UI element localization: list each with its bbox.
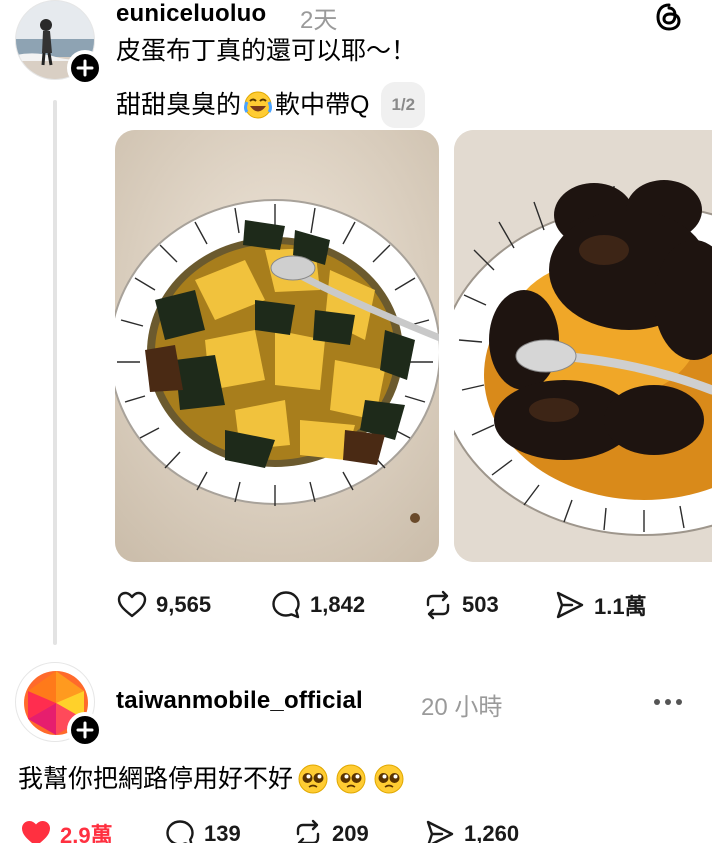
plus-icon — [76, 721, 94, 739]
plus-icon — [76, 59, 94, 77]
share-icon — [556, 591, 584, 619]
heart-icon — [117, 591, 147, 618]
pleading-face-emoji-icon — [298, 764, 328, 794]
share-button[interactable]: 1.1萬 — [554, 589, 647, 621]
post-time: 2天 — [300, 7, 338, 34]
reply-time: 20 小時 — [421, 694, 503, 721]
thread-line — [53, 100, 57, 645]
more-icon[interactable] — [652, 696, 684, 708]
post-text-line2-after: 軟中帶Q — [275, 91, 370, 119]
reply-share-count: 1,260 — [464, 821, 520, 843]
reply-text-content: 我幫你把網路停用好不好 — [18, 765, 294, 793]
reply-avatar-wrap[interactable] — [15, 662, 103, 748]
post-text-line1: 皮蛋布丁真的還可以耶～！ — [116, 37, 417, 65]
reply-comment-count: 139 — [204, 821, 241, 843]
reply-repost-count: 209 — [332, 821, 369, 843]
reply-repost-button[interactable]: 209 — [292, 818, 424, 843]
post-image-1[interactable] — [115, 130, 439, 562]
reply-text: 我幫你把網路停用好不好 — [18, 760, 405, 798]
threads-logo-icon[interactable] — [654, 2, 684, 32]
reply-like-count: 2.9萬 — [60, 823, 113, 843]
share-count: 1.1萬 — [594, 594, 647, 619]
reply-username[interactable]: taiwanmobile_official — [116, 687, 363, 715]
heart-icon — [22, 821, 50, 843]
laughing-emoji-icon — [244, 91, 273, 119]
pleading-face-emoji-icon — [374, 764, 404, 794]
reply-actions: 2.9萬 139 209 1,260 — [20, 818, 519, 843]
post-image-2[interactable] — [454, 130, 712, 562]
comment-count: 1,842 — [310, 592, 366, 617]
image-counter: 1/2 — [381, 82, 426, 128]
repost-count: 503 — [462, 592, 499, 617]
reply-comment-button[interactable]: 139 — [164, 818, 292, 843]
author-avatar-wrap[interactable] — [15, 0, 103, 86]
post-actions: 9,565 1,842 503 1.1萬 — [116, 589, 647, 621]
comment-button[interactable]: 1,842 — [270, 589, 422, 621]
repost-icon — [426, 590, 450, 620]
post-username[interactable]: euniceluoluo — [116, 0, 266, 28]
repost-button[interactable]: 503 — [422, 589, 554, 621]
post-text-line2-before: 甜甜臭臭的 — [116, 91, 242, 119]
repost-icon — [296, 819, 320, 843]
reply-like-button[interactable]: 2.9萬 — [20, 818, 164, 843]
comment-icon — [272, 591, 300, 619]
like-button[interactable]: 9,565 — [116, 589, 270, 621]
pleading-face-emoji-icon — [336, 764, 366, 794]
like-count: 9,565 — [156, 592, 212, 617]
post-text-line2: 甜甜臭臭的 軟中帶Q 1/2 — [116, 82, 426, 128]
reply-share-button[interactable]: 1,260 — [424, 818, 519, 843]
follow-button[interactable] — [67, 50, 103, 86]
share-icon — [426, 820, 454, 843]
comment-icon — [166, 820, 194, 843]
follow-button[interactable] — [67, 712, 103, 748]
